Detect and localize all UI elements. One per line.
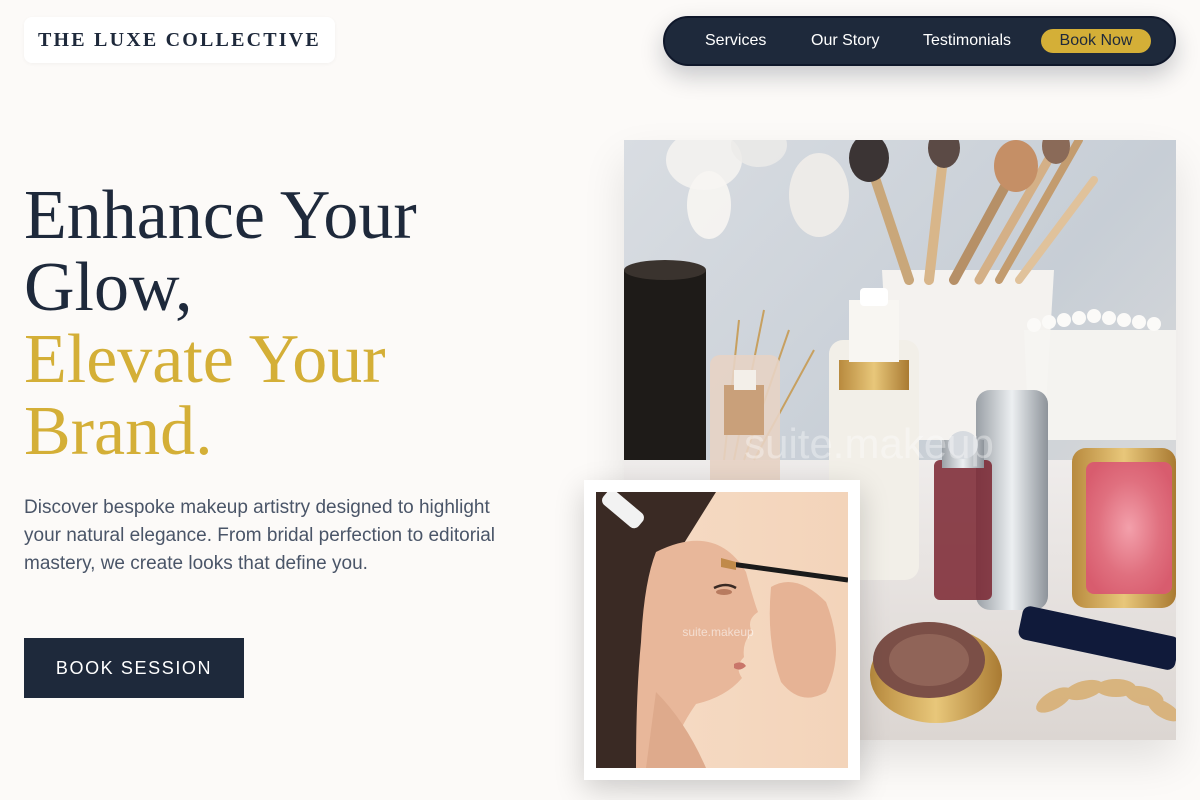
nav-link-our-story[interactable]: Our Story — [811, 32, 879, 50]
hero-headline-line-3: Elevate Your — [24, 321, 386, 398]
inset-makeup-application-image: suite.makeup — [584, 480, 860, 780]
hero-description: Discover bespoke makeup artistry designe… — [24, 497, 496, 574]
nav-book-now-button[interactable]: Book Now — [1041, 29, 1151, 53]
hero-headline-line-4: Brand. — [24, 393, 213, 470]
hero-headline-line-1: Enhance Your — [24, 177, 417, 254]
inset-image-watermark: suite.makeup — [682, 625, 754, 639]
nav-link-services[interactable]: Services — [705, 32, 766, 50]
brand-logo[interactable]: THE LUXE COLLECTIVE — [24, 17, 335, 63]
hero-headline-line-2: Glow, — [24, 249, 193, 326]
brand-name: THE LUXE COLLECTIVE — [38, 28, 321, 51]
hero-headline: Enhance Your Glow, Elevate Your Brand. — [24, 180, 544, 468]
nav-link-testimonials[interactable]: Testimonials — [923, 32, 1011, 50]
book-session-button[interactable]: BOOK SESSION — [24, 638, 244, 698]
main-nav: Services Our Story Testimonials Book Now — [663, 16, 1176, 66]
main-image-watermark: suite.makeup — [744, 420, 994, 467]
